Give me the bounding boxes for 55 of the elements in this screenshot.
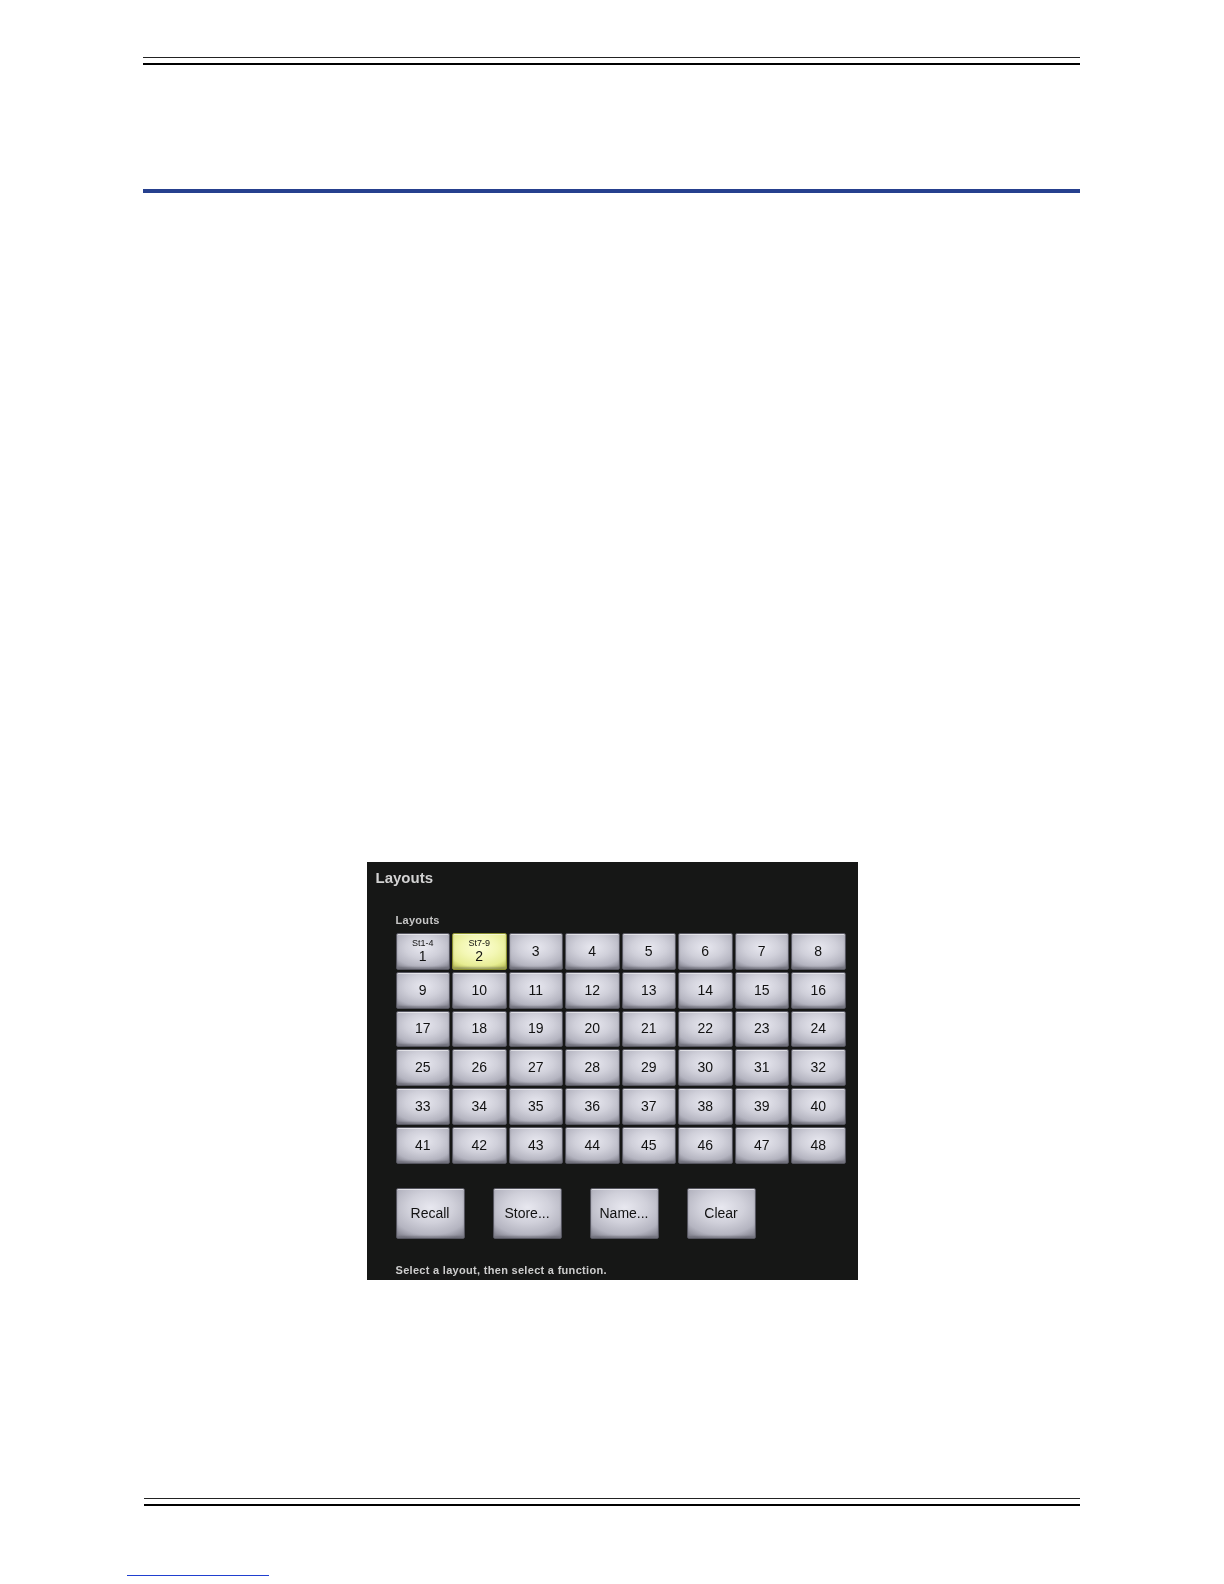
layout-button[interactable]: 42 [452,1127,507,1164]
layout-button[interactable]: 24 [791,1010,846,1048]
layout-button[interactable]: 21 [621,1010,676,1048]
layout-button[interactable]: 47 [734,1127,789,1164]
layout-button[interactable]: 7 [734,933,789,970]
layout-button[interactable]: 18 [452,1010,507,1048]
layout-button[interactable]: 17 [395,1010,450,1048]
layout-button[interactable]: 36 [565,1088,620,1125]
layout-button[interactable]: 11 [508,971,563,1009]
function-button[interactable]: Store... [492,1187,562,1239]
layout-button[interactable]: 45 [621,1127,676,1164]
layout-button[interactable]: 20 [565,1010,620,1048]
layout-button[interactable]: 16 [791,971,846,1009]
function-button[interactable]: Clear [686,1187,756,1239]
layout-button[interactable]: 46 [678,1127,733,1164]
layout-button[interactable]: St7-9 2 [452,933,507,970]
layout-button[interactable]: 3 [508,933,563,970]
layout-button[interactable]: 32 [791,1049,846,1087]
layout-button[interactable]: 27 [508,1049,563,1087]
layout-button[interactable]: 6 [678,933,733,970]
function-button[interactable]: Name... [589,1187,659,1239]
layout-button[interactable]: 10 [452,971,507,1009]
section-label: Layouts [395,913,440,927]
layout-button[interactable]: 37 [621,1088,676,1125]
layout-button[interactable]: 22 [678,1010,733,1048]
layout-button[interactable]: 19 [508,1010,563,1048]
layout-button[interactable]: 15 [734,971,789,1009]
layout-button[interactable]: 4 [565,933,620,970]
layout-button[interactable]: 14 [678,971,733,1009]
layout-button[interactable]: 26 [452,1049,507,1087]
layout-button[interactable]: 23 [734,1010,789,1048]
layout-button[interactable]: 44 [565,1127,620,1164]
layout-button[interactable]: 12 [565,971,620,1009]
status-text: Select a layout, then select a function. [395,1262,607,1277]
layout-button[interactable]: 35 [508,1088,563,1125]
layout-button[interactable]: 25 [395,1049,450,1087]
layout-button[interactable]: 48 [791,1127,846,1164]
layout-button[interactable]: St1-4 1 [395,933,450,970]
layout-button[interactable]: 39 [734,1088,789,1125]
layout-button[interactable]: 9 [395,971,450,1009]
panel-title: Layouts [375,868,433,888]
layout-button[interactable]: 43 [508,1127,563,1164]
layout-button[interactable]: 40 [791,1088,846,1125]
layout-button[interactable]: 5 [621,933,676,970]
layout-button[interactable]: 31 [734,1049,789,1087]
function-button[interactable]: Recall [395,1187,465,1239]
layout-button[interactable]: 30 [678,1049,733,1087]
layout-button[interactable]: 41 [395,1127,450,1164]
layout-button[interactable]: 13 [621,971,676,1009]
layout-button[interactable]: 29 [621,1049,676,1087]
layout-button[interactable]: 33 [395,1088,450,1125]
layout-button[interactable]: 28 [565,1049,620,1087]
layout-button[interactable]: 8 [791,933,846,970]
layout-button[interactable]: 34 [452,1088,507,1125]
layout-button[interactable]: 38 [678,1088,733,1125]
